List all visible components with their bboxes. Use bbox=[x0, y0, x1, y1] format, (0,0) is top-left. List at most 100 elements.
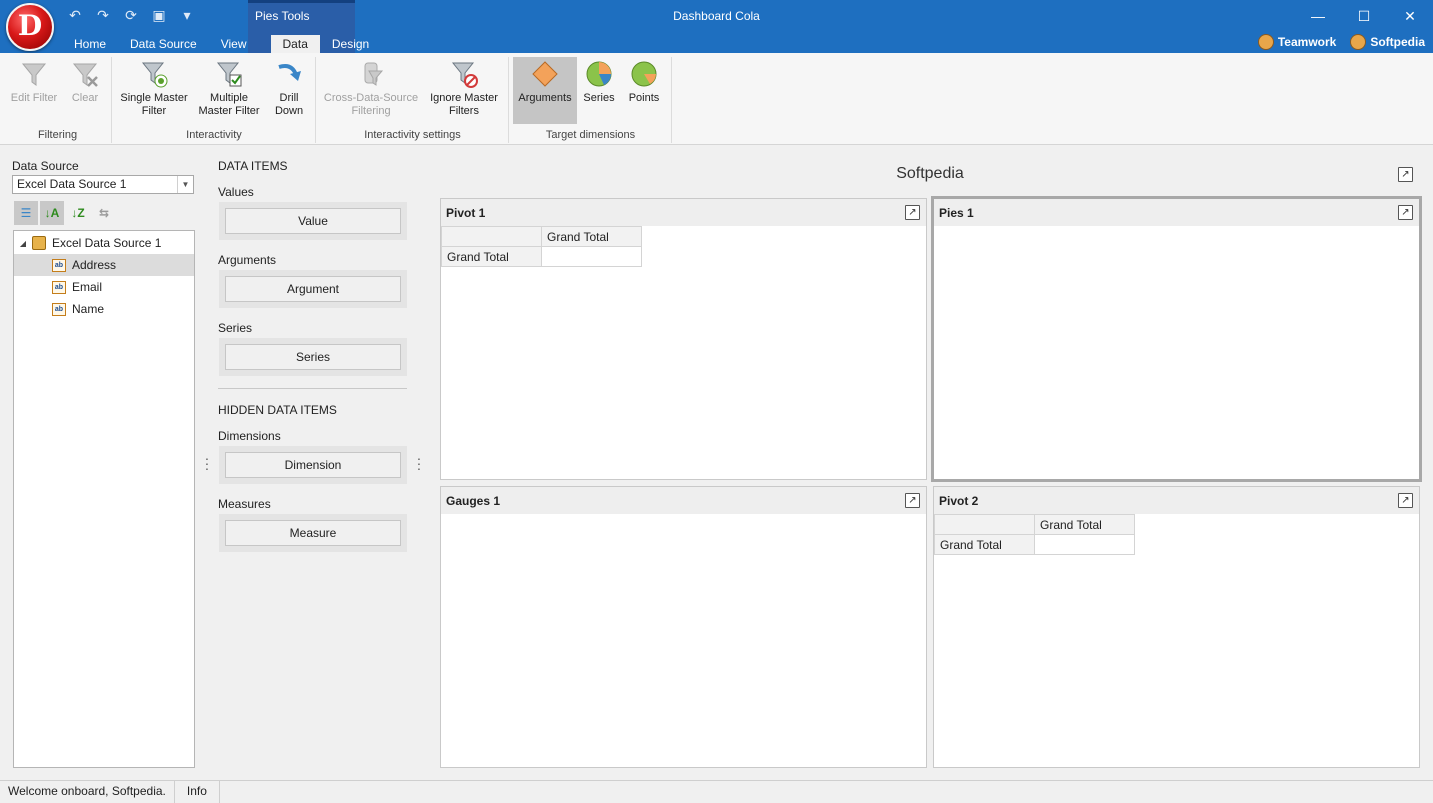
clear-filter-button[interactable]: Clear bbox=[62, 57, 108, 105]
pivot-panel[interactable]: Pivot 1 ↗ Grand Total Grand Total bbox=[440, 198, 927, 480]
status-message: Welcome onboard, Softpedia. bbox=[0, 781, 175, 803]
sort-descending-icon[interactable]: ↓Z bbox=[66, 201, 90, 225]
tab-data[interactable]: Data bbox=[270, 35, 320, 53]
tab-view[interactable]: View bbox=[209, 35, 259, 53]
ribbon-group-target-dimensions: Arguments Series Points Target dimension… bbox=[510, 57, 672, 143]
swap-icon[interactable]: ⇆ bbox=[92, 201, 116, 225]
softpedia-label: Softpedia bbox=[1370, 35, 1425, 49]
filter-icon bbox=[21, 63, 47, 86]
softpedia-link[interactable]: Softpedia bbox=[1350, 34, 1425, 50]
export-icon[interactable]: ↗ bbox=[905, 205, 920, 220]
tab-design[interactable]: Design bbox=[320, 35, 381, 53]
arguments-drop-zone[interactable]: Argument bbox=[219, 270, 407, 308]
series-slot[interactable]: Series bbox=[225, 344, 401, 370]
teamwork-icon bbox=[1257, 34, 1274, 50]
pivot-grid: Grand Total Grand Total bbox=[441, 226, 642, 267]
target-arguments-button[interactable]: Arguments bbox=[513, 57, 577, 124]
drill-down-icon bbox=[278, 64, 301, 81]
export-icon[interactable]: ↗ bbox=[1398, 493, 1413, 508]
pivot-column-header[interactable]: Grand Total bbox=[541, 226, 642, 247]
measures-label: Measures bbox=[218, 497, 271, 511]
maximize-icon[interactable]: ☐ bbox=[1341, 0, 1387, 32]
edit-filter-label: Edit Filter bbox=[10, 92, 58, 104]
multiple-master-filter-button[interactable]: Multiple Master Filter bbox=[193, 57, 265, 118]
data-source-selected-value: Excel Data Source 1 bbox=[17, 177, 127, 191]
string-field-icon: ab bbox=[52, 280, 66, 294]
sort-ascending-icon[interactable]: ↓A bbox=[40, 201, 64, 225]
dimensions-drop-zone[interactable]: Dimension bbox=[219, 446, 407, 484]
pivot-panel[interactable]: Pivot 2 ↗ Grand Total Grand Total bbox=[933, 486, 1420, 768]
gauges-panel[interactable]: Gauges 1 ↗ bbox=[440, 486, 927, 768]
group-label-interactivity: Interactivity bbox=[186, 129, 242, 141]
data-source-dropdown[interactable]: Excel Data Source 1 ▼ bbox=[12, 175, 194, 194]
series-drop-zone[interactable]: Series bbox=[219, 338, 407, 376]
value-slot[interactable]: Value bbox=[225, 208, 401, 234]
field-label: Email bbox=[72, 280, 103, 294]
target-series-button[interactable]: Series bbox=[580, 57, 618, 105]
cross-data-source-filtering-button[interactable]: Cross-Data-Source Filtering bbox=[323, 57, 419, 118]
export-icon[interactable]: ↗ bbox=[1398, 167, 1413, 182]
teamwork-link[interactable]: Teamwork bbox=[1257, 34, 1336, 50]
measures-drop-zone[interactable]: Measure bbox=[219, 514, 407, 552]
values-drop-zone[interactable]: Value bbox=[219, 202, 407, 240]
window-title: Dashboard Cola bbox=[673, 9, 760, 23]
measure-slot[interactable]: Measure bbox=[225, 520, 401, 546]
minimize-icon[interactable]: — bbox=[1295, 0, 1341, 32]
export-icon[interactable]: ↗ bbox=[1398, 205, 1413, 220]
edit-filter-button[interactable]: Edit Filter bbox=[6, 57, 62, 105]
panel-header: Pivot 1 ↗ bbox=[441, 199, 926, 226]
series-pie-icon bbox=[586, 61, 612, 87]
tree-field-item[interactable]: ab Email bbox=[14, 276, 194, 298]
field-list-toolbar: ☰ ↓A ↓Z ⇆ bbox=[14, 201, 116, 225]
clear-label: Clear bbox=[71, 92, 99, 104]
pies-panel[interactable]: Pies 1 ↗ bbox=[931, 196, 1422, 482]
tab-data-source[interactable]: Data Source bbox=[118, 35, 209, 53]
single-master-filter-button[interactable]: Single Master Filter bbox=[117, 57, 191, 118]
group-by-type-icon[interactable]: ☰ bbox=[14, 201, 38, 225]
right-splitter-grip[interactable]: · · · bbox=[416, 451, 422, 475]
values-label: Values bbox=[218, 185, 254, 199]
expand-icon[interactable]: ◢ bbox=[14, 239, 32, 248]
hidden-data-items-heading: HIDDEN DATA ITEMS bbox=[218, 403, 337, 417]
panel-title: Pivot 1 bbox=[446, 206, 486, 220]
multiple-master-filter-label: Multiple Master Filter bbox=[198, 92, 260, 117]
left-splitter-grip[interactable]: · · · bbox=[204, 451, 210, 475]
pivot-corner-cell bbox=[934, 514, 1035, 535]
close-icon[interactable]: ✕ bbox=[1387, 0, 1433, 32]
dashboard-title[interactable]: Softpedia bbox=[440, 165, 1420, 183]
series-section-label: Series bbox=[218, 321, 253, 335]
group-label-filtering: Filtering bbox=[37, 129, 78, 141]
tab-home[interactable]: Home bbox=[62, 35, 118, 53]
single-master-filter-label: Single Master Filter bbox=[120, 92, 188, 117]
tree-field-item[interactable]: ab Name bbox=[14, 298, 194, 320]
cross-data-source-label: Cross-Data-Source Filtering bbox=[323, 92, 419, 117]
arguments-icon bbox=[532, 61, 558, 87]
pivot-column-header[interactable]: Grand Total bbox=[1034, 514, 1135, 535]
argument-slot[interactable]: Argument bbox=[225, 276, 401, 302]
arguments-label: Arguments bbox=[518, 92, 572, 104]
tree-root-node[interactable]: ◢ Excel Data Source 1 bbox=[14, 232, 194, 254]
panel-header: Pivot 2 ↗ bbox=[934, 487, 1419, 514]
ignore-master-filters-button[interactable]: Ignore Master Filters bbox=[425, 57, 503, 118]
user-icon bbox=[1350, 34, 1367, 50]
dimension-slot[interactable]: Dimension bbox=[225, 452, 401, 478]
string-field-icon: ab bbox=[52, 302, 66, 316]
user-links: Teamwork Softpedia bbox=[1257, 34, 1425, 50]
pivot-value-cell bbox=[541, 246, 642, 267]
status-info[interactable]: Info bbox=[175, 781, 220, 803]
data-source-label: Data Source bbox=[12, 159, 79, 173]
points-pie-icon bbox=[631, 61, 657, 87]
clear-filter-icon bbox=[72, 63, 98, 87]
window-controls: — ☐ ✕ bbox=[1295, 0, 1433, 32]
tree-field-item[interactable]: ab Address bbox=[14, 254, 194, 276]
field-label: Address bbox=[72, 258, 117, 272]
drill-down-label: Drill Down bbox=[274, 92, 304, 117]
ribbon-tabs: Home Data Source View Data Design bbox=[62, 35, 381, 53]
chevron-down-icon[interactable]: ▼ bbox=[177, 176, 193, 193]
pivot-row-header[interactable]: Grand Total bbox=[441, 246, 542, 267]
target-points-button[interactable]: Points bbox=[622, 57, 666, 105]
pivot-row-header[interactable]: Grand Total bbox=[934, 534, 1035, 555]
export-icon[interactable]: ↗ bbox=[905, 493, 920, 508]
drill-down-button[interactable]: Drill Down bbox=[267, 57, 311, 118]
tree-root-label: Excel Data Source 1 bbox=[52, 236, 162, 250]
